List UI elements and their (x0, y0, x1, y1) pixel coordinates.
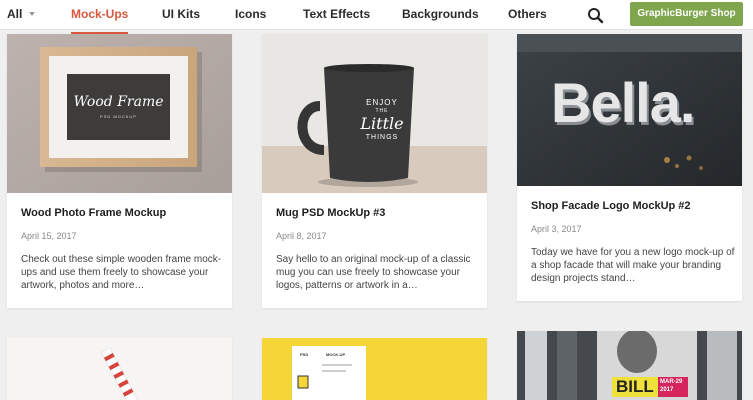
nav-item-mock-ups[interactable]: Mock-Ups (71, 0, 129, 34)
card-image-straw[interactable] (7, 338, 232, 400)
shop-button[interactable]: GraphicBurger Shop (630, 2, 743, 26)
card-excerpt: Say hello to an original mock-up of a cl… (276, 254, 471, 291)
frame-image-subtitle: PSD MOCKUP (100, 114, 137, 119)
top-nav: All Mock-Ups UI Kits Icons Text Effects … (0, 0, 753, 34)
card-image-shop-facade[interactable]: Bella. (517, 34, 742, 186)
post-card[interactable]: BILL MAR-29 2017 (517, 331, 742, 400)
card-title[interactable]: Wood Photo Frame Mockup (21, 207, 166, 219)
mug-text-line3: Little (360, 114, 404, 133)
card-excerpt: Check out these simple wooden frame mock… (21, 254, 222, 291)
post-card[interactable]: PSD MOCK-UP (262, 338, 487, 400)
search-icon[interactable] (586, 6, 606, 26)
nav-item-backgrounds[interactable]: Backgrounds (402, 0, 479, 30)
post-card[interactable]: Bella. Shop Facade Logo MockUp #2 April … (517, 34, 742, 301)
poster-date: MAR-29 (660, 379, 683, 385)
nav-item-text-effects[interactable]: Text Effects (303, 0, 370, 30)
poster-year: 2017 (660, 387, 674, 393)
card-image-wood-frame[interactable]: Wood Frame PSD MOCKUP (7, 34, 232, 193)
stationery-text-line1: PSD (300, 352, 309, 357)
nav-item-ui-kits[interactable]: UI Kits (162, 0, 200, 30)
card-date: April 15, 2017 (21, 231, 77, 241)
mug-text-line4: THINGS (365, 134, 399, 141)
card-date: April 8, 2017 (276, 231, 327, 241)
nav-item-icons[interactable]: Icons (235, 0, 266, 30)
card-image-poster[interactable]: BILL MAR-29 2017 (517, 331, 742, 400)
nav-item-others[interactable]: Others (508, 0, 547, 30)
nav-all-dropdown[interactable]: All (7, 0, 36, 30)
card-image-mug[interactable]: ENJOY THE Little THINGS (262, 34, 487, 193)
card-image-stationery[interactable]: PSD MOCK-UP (262, 338, 487, 400)
card-title[interactable]: Mug PSD MockUp #3 (276, 207, 385, 219)
poster-title: BILL (616, 377, 654, 396)
card-title[interactable]: Shop Facade Logo MockUp #2 (531, 200, 691, 212)
chevron-down-icon (29, 12, 36, 16)
post-card[interactable] (7, 338, 232, 400)
card-date: April 3, 2017 (531, 224, 582, 234)
post-card[interactable]: Wood Frame PSD MOCKUP Wood Photo Frame M… (7, 34, 232, 308)
facade-logo-text: Bella. (551, 71, 695, 134)
mug-text-line1: ENJOY (366, 98, 398, 107)
frame-image-title: Wood Frame (73, 94, 164, 110)
nav-all-label: All (7, 7, 23, 21)
stationery-text-line2: MOCK-UP (326, 352, 346, 357)
post-card[interactable]: ENJOY THE Little THINGS Mug PSD MockUp #… (262, 34, 487, 308)
card-excerpt: Today we have for you a new logo mock-up… (531, 247, 735, 284)
